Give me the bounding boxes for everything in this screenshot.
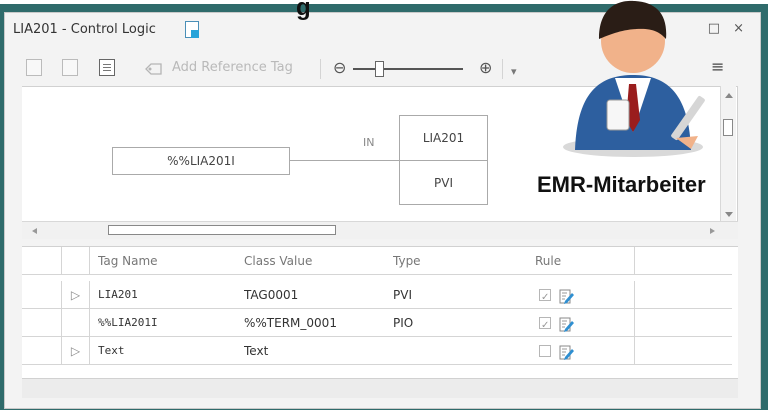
- scroll-up-arrow-icon[interactable]: [725, 93, 733, 98]
- type-cell[interactable]: [393, 337, 533, 365]
- add-reference-tag-button[interactable]: Add Reference Tag: [172, 60, 293, 75]
- rule-cell: [535, 337, 635, 365]
- zoom-in-icon[interactable]: ⊕: [479, 58, 492, 77]
- class-value-cell[interactable]: TAG0001: [244, 281, 384, 309]
- copy-document-icon[interactable]: [62, 59, 78, 76]
- expand-row-icon[interactable]: ▷: [62, 281, 90, 309]
- grid-expander-header: [62, 247, 90, 275]
- table-row[interactable]: ▷ Text Text: [22, 337, 732, 365]
- zoom-track: [353, 68, 463, 70]
- window-title: LIA201 - Control Logic: [13, 22, 156, 37]
- document-list-icon[interactable]: [99, 59, 115, 76]
- document-icon: [185, 21, 199, 38]
- scroll-right-arrow-icon[interactable]: [710, 228, 715, 234]
- toolbar-divider: [502, 59, 503, 79]
- toolbar-divider: [320, 59, 321, 79]
- tag-name-header[interactable]: Tag Name: [98, 247, 238, 275]
- horizontal-scroll-thumb[interactable]: [108, 225, 336, 235]
- tag-grid: Tag Name Class Value Type Rule ▷ LIA201 …: [22, 246, 738, 384]
- tag-name-cell[interactable]: %%LIA201I: [98, 309, 238, 337]
- edit-rule-icon[interactable]: [559, 343, 574, 360]
- heading-fragment: g: [296, 0, 311, 21]
- rule-cell: [535, 281, 635, 309]
- expand-row-icon[interactable]: [62, 309, 90, 337]
- type-cell[interactable]: PVI: [393, 281, 533, 309]
- type-header[interactable]: Type: [393, 247, 533, 275]
- class-value-cell[interactable]: %%TERM_0001: [244, 309, 384, 337]
- zoom-slider-thumb[interactable]: [375, 61, 384, 77]
- tag-name-cell[interactable]: LIA201: [98, 281, 238, 309]
- scroll-down-arrow-icon[interactable]: [725, 212, 733, 217]
- rule-checkbox[interactable]: [539, 345, 551, 357]
- connection-line: [290, 160, 403, 161]
- input-port-label: IN: [363, 136, 375, 149]
- toolbar-dropdown-icon[interactable]: ▾: [511, 65, 517, 78]
- grid-footer: [22, 378, 738, 398]
- rule-header[interactable]: Rule: [535, 247, 635, 275]
- edit-document-icon[interactable]: [26, 59, 42, 76]
- vertical-scrollbar[interactable]: [720, 86, 736, 236]
- table-row[interactable]: ▷ LIA201 TAG0001 PVI: [22, 281, 732, 309]
- rule-cell: [535, 309, 635, 337]
- tag-icon[interactable]: [144, 61, 164, 77]
- source-tag-node[interactable]: %%LIA201I: [112, 147, 290, 175]
- row-selector-cell[interactable]: [22, 309, 62, 337]
- user-avatar-illustration: [545, 0, 720, 160]
- edit-rule-icon[interactable]: [559, 287, 574, 304]
- table-row[interactable]: %%LIA201I %%TERM_0001 PIO: [22, 309, 732, 337]
- class-value-header[interactable]: Class Value: [244, 247, 384, 275]
- expand-row-icon[interactable]: ▷: [62, 337, 90, 365]
- rule-checkbox[interactable]: [539, 312, 551, 337]
- row-selector-cell[interactable]: [22, 281, 62, 309]
- edit-rule-icon[interactable]: [559, 315, 574, 332]
- close-button[interactable]: ×: [733, 21, 744, 36]
- block-type: PVI: [434, 176, 453, 190]
- grid-header-row: Tag Name Class Value Type Rule: [22, 247, 732, 275]
- grid-corner-cell: [22, 247, 62, 275]
- vertical-scroll-thumb[interactable]: [723, 119, 733, 136]
- rule-checkbox[interactable]: [539, 284, 551, 309]
- row-selector-cell[interactable]: [22, 337, 62, 365]
- horizontal-scrollbar[interactable]: [22, 221, 738, 239]
- zoom-out-icon[interactable]: ⊖: [333, 58, 346, 77]
- class-value-cell[interactable]: Text: [244, 337, 384, 365]
- tag-name-cell[interactable]: Text: [98, 337, 238, 365]
- function-block[interactable]: LIA201 PVI: [399, 115, 488, 205]
- scroll-left-arrow-icon[interactable]: [32, 228, 37, 234]
- type-cell[interactable]: PIO: [393, 309, 533, 337]
- avatar-caption: EMR-Mitarbeiter: [537, 172, 706, 197]
- block-name: LIA201: [400, 116, 487, 161]
